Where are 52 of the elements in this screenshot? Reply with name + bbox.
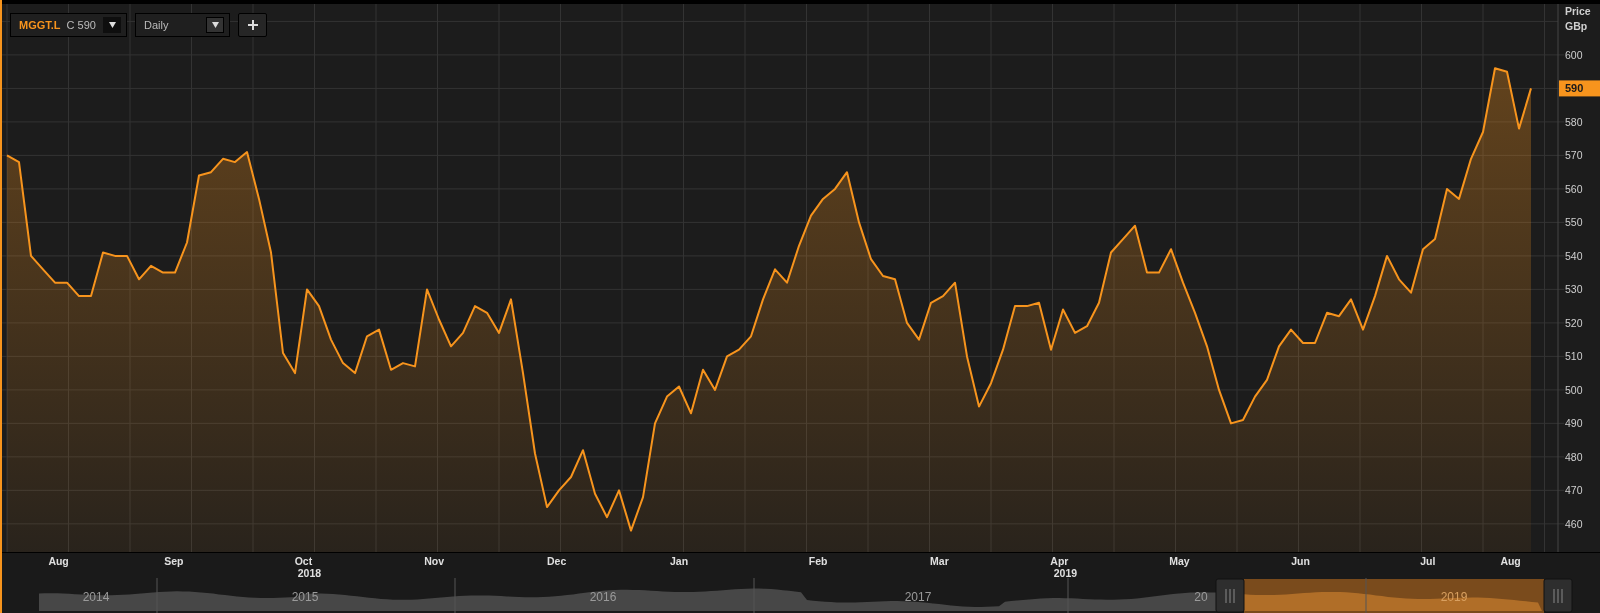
y-tick-label: 470 [1565, 484, 1583, 497]
navigator-year-label: 2015 [291, 590, 319, 604]
month-label: Mar [930, 555, 949, 567]
caret-icon [108, 22, 116, 28]
y-tick-label: 590 [1565, 82, 1584, 95]
plus-icon [247, 20, 258, 30]
month-label: Sep [164, 555, 184, 567]
navigator-year-label: 2017 [904, 590, 932, 604]
month-label: May [1169, 555, 1190, 567]
month-label: Dec [546, 555, 567, 567]
caret-icon [211, 22, 219, 28]
month-label: Oct [294, 555, 313, 567]
y-tick-label: 600 [1565, 48, 1583, 61]
month-label: Nov [424, 555, 445, 567]
navigator-year-label: 2016 [589, 590, 617, 604]
y-tick-label: 480 [1565, 450, 1583, 463]
symbol-text: MGGT.L [19, 19, 61, 31]
navigator-year-label: 20 [1194, 590, 1208, 604]
year-label: 2019 [1053, 567, 1078, 578]
axis-unit: GBp [1565, 20, 1588, 32]
dropdown-button[interactable] [103, 17, 121, 33]
month-label: Jun [1291, 555, 1310, 567]
y-tick-label: 570 [1565, 149, 1583, 162]
y-tick-label: 510 [1565, 350, 1583, 363]
y-tick-label: 550 [1565, 216, 1583, 229]
month-label: Jan [669, 555, 689, 567]
y-tick-label: 580 [1565, 115, 1583, 128]
quote-text: C 590 [66, 19, 97, 31]
y-tick-label: 500 [1565, 383, 1583, 396]
y-tick-label: 520 [1565, 316, 1583, 329]
dropdown-button[interactable] [206, 17, 224, 33]
y-tick-label: 560 [1565, 182, 1583, 195]
year-label: 2018 [297, 567, 322, 578]
symbol-selector[interactable]: MGGT.L C 590 [10, 13, 127, 37]
range-handle[interactable] [1215, 578, 1245, 613]
y-tick-label: 490 [1565, 417, 1583, 430]
axis-title: Price [1565, 5, 1591, 17]
interval-selector[interactable]: Daily [135, 13, 230, 37]
last-price-label: 590 [1559, 80, 1600, 97]
month-label: Aug [48, 555, 69, 567]
add-button[interactable] [238, 13, 267, 37]
month-label: Jul [1420, 555, 1436, 567]
navigator-year-label: 2019 [1440, 590, 1468, 604]
navigator-year-label: 2014 [82, 590, 110, 604]
month-label: Feb [808, 555, 828, 567]
y-tick-label: 540 [1565, 249, 1583, 262]
range-handle[interactable] [1543, 578, 1573, 613]
interval-text: Daily [144, 19, 169, 31]
y-tick-label: 530 [1565, 283, 1583, 296]
y-tick-label: 460 [1565, 517, 1583, 530]
month-label: Aug [1500, 555, 1521, 567]
month-label: Apr [1050, 555, 1069, 567]
